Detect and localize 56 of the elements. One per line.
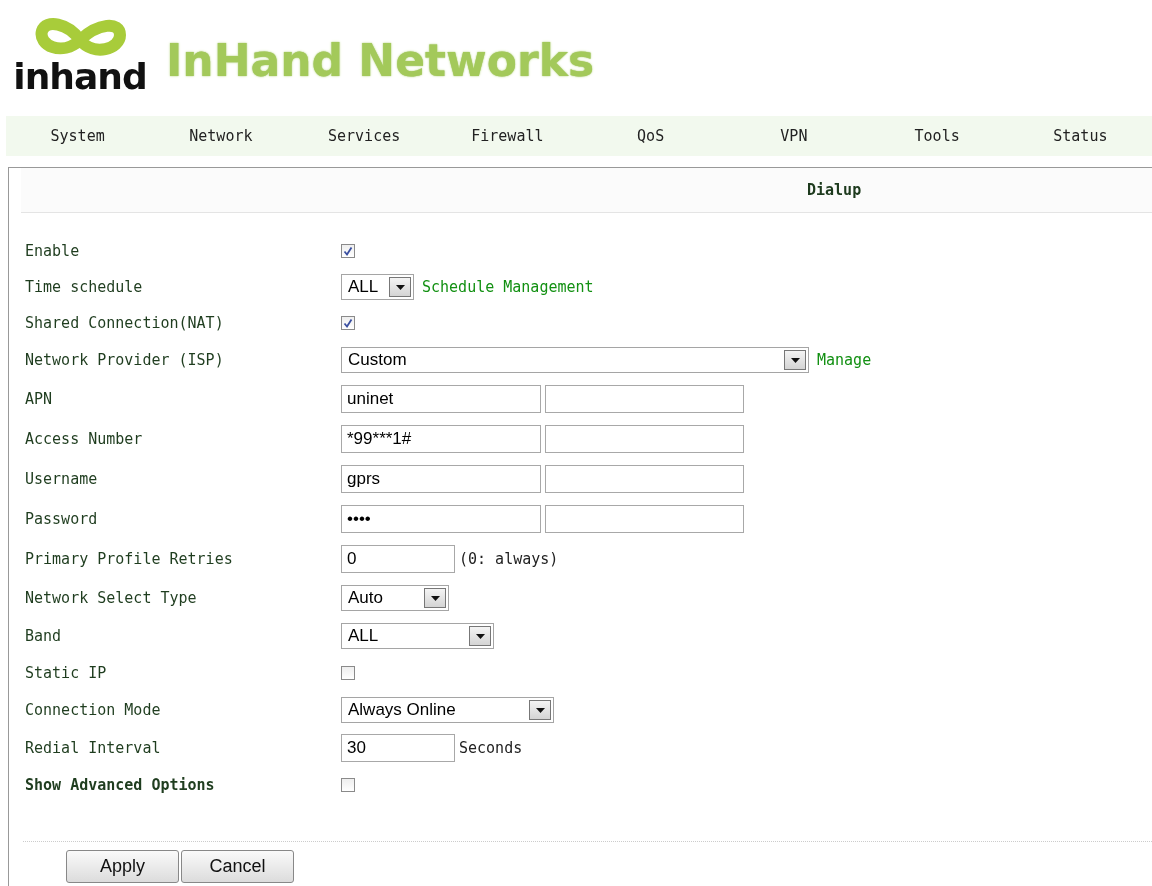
nav-item[interactable]: System	[50, 127, 105, 145]
field-label: Access Number	[25, 430, 144, 448]
checkbox[interactable]	[341, 244, 355, 258]
dropdown[interactable]: Auto	[341, 585, 449, 611]
dropdown[interactable]: ALL	[341, 623, 494, 649]
input-field[interactable]	[545, 385, 744, 413]
field-note: (0: always)	[459, 550, 559, 568]
nav-item[interactable]: Status	[1053, 127, 1108, 145]
caret-icon	[430, 595, 440, 601]
field-label: Shared Connection(NAT)	[25, 314, 225, 332]
nav-item[interactable]: Services	[328, 127, 401, 145]
nav-item[interactable]: VPN	[780, 127, 808, 145]
form-button[interactable]: Apply	[66, 850, 179, 883]
caret-icon	[790, 357, 800, 363]
field-label: Connection Mode	[25, 701, 162, 719]
caret-icon	[475, 633, 485, 639]
dropdown[interactable]: Always Online	[341, 697, 554, 723]
nav-item[interactable]: Network	[189, 127, 253, 145]
checkbox[interactable]	[341, 778, 355, 792]
logo-text: inhand	[13, 59, 147, 95]
field-label: Password	[25, 510, 99, 528]
input-field[interactable]: uninet	[341, 385, 541, 413]
caret-icon	[395, 284, 405, 290]
nav-item[interactable]: QoS	[637, 127, 665, 145]
field-label: Network Provider (ISP)	[25, 351, 225, 369]
input-field[interactable]: ••••	[341, 505, 541, 533]
field-label: Enable	[25, 242, 81, 260]
brand-title: InHand Networks	[166, 34, 595, 86]
field-label: Show Advanced Options	[25, 776, 216, 794]
dropdown[interactable]: Custom	[341, 347, 809, 373]
field-note: Seconds	[459, 739, 523, 757]
input-field[interactable]: 30	[341, 734, 455, 762]
field-label: Band	[25, 627, 63, 645]
nav-item[interactable]: Firewall	[471, 127, 544, 145]
field-label: Username	[25, 470, 99, 488]
link[interactable]: Manage	[817, 351, 872, 369]
input-field[interactable]: gprs	[341, 465, 541, 493]
field-label: Primary Profile Retries	[25, 550, 234, 568]
input-field[interactable]: *99***1#	[341, 425, 541, 453]
field-label: APN	[25, 390, 54, 408]
caret-icon	[535, 707, 545, 713]
field-label: Network Select Type	[25, 589, 198, 607]
input-field[interactable]	[545, 505, 744, 533]
form-button[interactable]: Cancel	[181, 850, 294, 883]
link[interactable]: Schedule Management	[422, 278, 594, 296]
panel-title: Dialup	[807, 181, 862, 199]
input-field[interactable]	[545, 465, 744, 493]
input-field[interactable]: 0	[341, 545, 455, 573]
field-label: Static IP	[25, 664, 108, 682]
dropdown[interactable]: ALL	[341, 274, 414, 300]
checkbox[interactable]	[341, 316, 355, 330]
field-label: Time schedule	[25, 278, 144, 296]
field-label: Redial Interval	[25, 739, 162, 757]
checkbox[interactable]	[341, 666, 355, 680]
input-field[interactable]	[545, 425, 744, 453]
nav-item[interactable]: Tools	[914, 127, 960, 145]
